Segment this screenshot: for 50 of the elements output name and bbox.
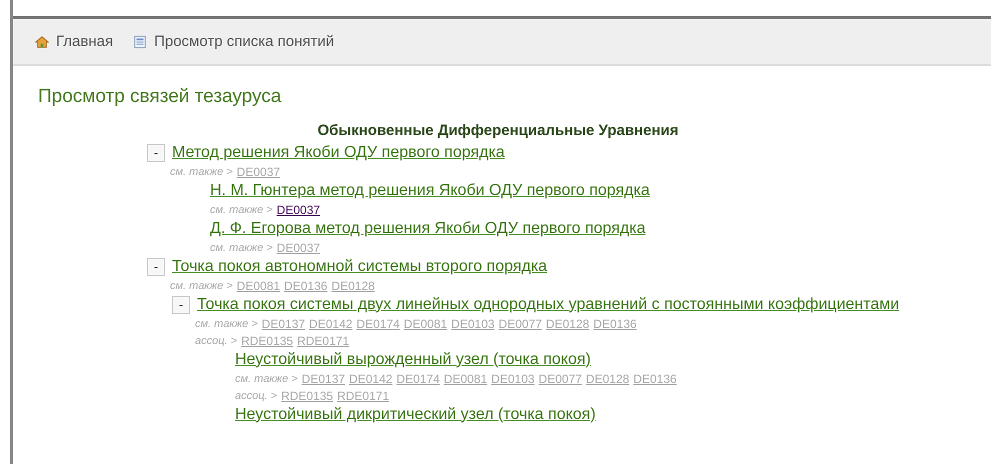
code-link[interactable]: DE0081 [236,278,280,292]
thesaurus-heading: Обыкновенные Дифференциальные Уравнения [316,122,680,139]
code-link[interactable]: DE0103 [491,372,535,386]
code-link[interactable]: RDE0135 [281,388,334,402]
code-link[interactable]: DE0103 [451,316,495,330]
concept-link[interactable]: Точка покоя автономной системы второго порядка [172,258,548,276]
code-link[interactable]: DE0142 [309,316,352,330]
relation-label: см. также > [210,204,273,216]
code-link[interactable]: DE0077 [498,316,542,330]
concept-link[interactable]: Н. М. Гюнтера метод решения Якоби ОДУ первого порядка [210,182,650,200]
relation-label: см. также > [210,242,273,254]
code-link[interactable]: DE0081 [444,372,488,386]
code-link[interactable]: DE0128 [331,278,375,292]
relation-label: см. также > [170,166,233,178]
house-icon [35,34,49,48]
code-link[interactable]: DE0137 [262,316,306,330]
code-link[interactable]: DE0137 [302,372,346,386]
code-link[interactable]: RDE0171 [297,334,350,348]
relation-label: ассоц. > [195,334,238,346]
relation-label: ассоц. > [235,390,278,402]
code-link[interactable]: DE0081 [404,316,448,330]
collapse-toggle[interactable]: - [172,296,190,314]
code-link[interactable]: DE0128 [546,316,590,330]
concept-list-link[interactable]: Просмотр списка понятий [133,33,334,50]
relation-label: см. также > [235,372,298,384]
code-link[interactable]: DE0136 [284,278,328,292]
code-link[interactable]: DE0174 [396,372,440,386]
concept-link[interactable]: Метод решения Якоби ОДУ первого порядка [172,144,505,162]
code-link[interactable]: DE0037 [276,240,320,254]
concept-link[interactable]: Неустойчивый дикритический узел (точка покоя) [235,406,596,424]
code-link[interactable]: RDE0171 [337,388,390,402]
collapse-toggle[interactable]: - [147,144,165,162]
concept-link[interactable]: Д. Ф. Егорова метод решения Якоби ОДУ первого порядка [210,220,646,238]
code-link[interactable]: DE0142 [349,372,392,386]
collapse-toggle[interactable]: - [147,258,165,276]
home-link[interactable]: Главная [35,33,114,50]
code-link[interactable]: DE0077 [538,372,582,386]
relation-label: см. также > [195,318,258,330]
code-link[interactable]: DE0037 [236,164,280,178]
code-link[interactable]: DE0037 [276,202,320,216]
code-link[interactable]: DE0128 [586,372,630,386]
code-link[interactable]: RDE0135 [241,334,294,348]
concept-link[interactable]: Точка покоя системы двух линейных однородных уравнений с постоянными коэффициентами [197,296,900,314]
concept-link[interactable]: Неустойчивый вырожденный узел (точка покоя) [235,350,591,368]
relation-label: см. также > [170,280,233,292]
document-icon [133,34,148,48]
code-link[interactable]: DE0136 [593,316,637,330]
page-title: Просмотр связей тезауруса [38,86,282,108]
code-link[interactable]: DE0174 [356,316,400,330]
code-link[interactable]: DE0136 [633,372,677,386]
